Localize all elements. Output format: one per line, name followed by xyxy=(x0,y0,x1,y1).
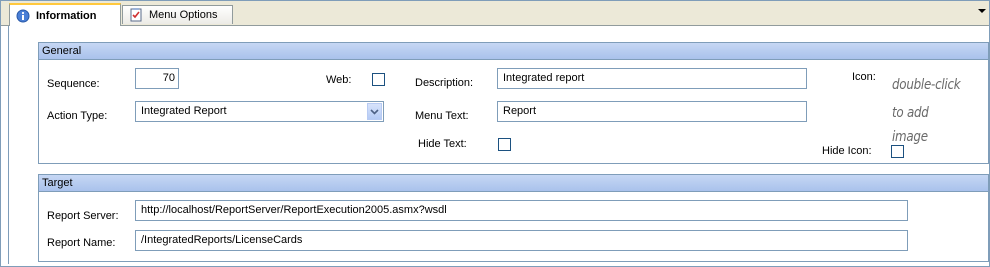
hide-text-label: Hide Text: xyxy=(418,138,467,150)
target-group: Target Report Server: http://localhost/R… xyxy=(38,174,989,262)
hide-icon-label: Hide Icon: xyxy=(822,145,872,157)
icon-hint-line1: double-click xyxy=(892,77,961,93)
information-panel: General Sequence: 70 Web: Description: I… xyxy=(8,26,989,264)
chevron-down-icon[interactable] xyxy=(367,103,382,120)
action-type-select[interactable]: Integrated Report xyxy=(135,101,384,122)
action-type-value: Integrated Report xyxy=(141,105,227,117)
report-name-input[interactable]: /IntegratedReports/LicenseCards xyxy=(135,230,908,251)
web-checkbox[interactable] xyxy=(372,73,385,86)
tab-menu-options-label: Menu Options xyxy=(149,9,218,21)
web-label: Web: xyxy=(326,74,352,86)
report-server-input[interactable]: http://localhost/ReportServer/ReportExec… xyxy=(135,200,908,221)
report-server-label: Report Server: xyxy=(47,210,119,222)
sequence-input[interactable]: 70 xyxy=(135,68,179,89)
tab-information-label: Information xyxy=(36,9,97,22)
sequence-label: Sequence: xyxy=(47,78,100,90)
description-label: Description: xyxy=(415,77,474,89)
tab-list-dropdown-icon[interactable] xyxy=(978,9,986,13)
report-name-label: Report Name: xyxy=(47,237,116,249)
icon-image-dropzone[interactable]: double-click to add image xyxy=(889,73,979,145)
document-window: Information Menu Options General Sequenc… xyxy=(0,0,990,267)
general-group: General Sequence: 70 Web: Description: I… xyxy=(38,42,989,164)
action-type-label: Action Type: xyxy=(47,110,108,122)
tab-menu-options[interactable]: Menu Options xyxy=(122,5,233,24)
tab-strip: Information Menu Options xyxy=(1,1,989,26)
hide-text-checkbox[interactable] xyxy=(498,138,511,151)
checklist-icon xyxy=(129,8,143,22)
menu-text-input[interactable]: Report xyxy=(497,101,807,122)
info-icon xyxy=(16,9,30,23)
menu-text-label: Menu Text: xyxy=(415,110,469,122)
target-group-header: Target xyxy=(39,175,988,192)
tab-information[interactable]: Information xyxy=(9,3,121,26)
icon-label: Icon: xyxy=(852,71,876,83)
general-group-header: General xyxy=(39,43,988,60)
hide-icon-checkbox[interactable] xyxy=(891,145,904,158)
description-input[interactable]: Integrated report xyxy=(497,68,807,89)
icon-hint-line2: to add image xyxy=(892,105,929,145)
